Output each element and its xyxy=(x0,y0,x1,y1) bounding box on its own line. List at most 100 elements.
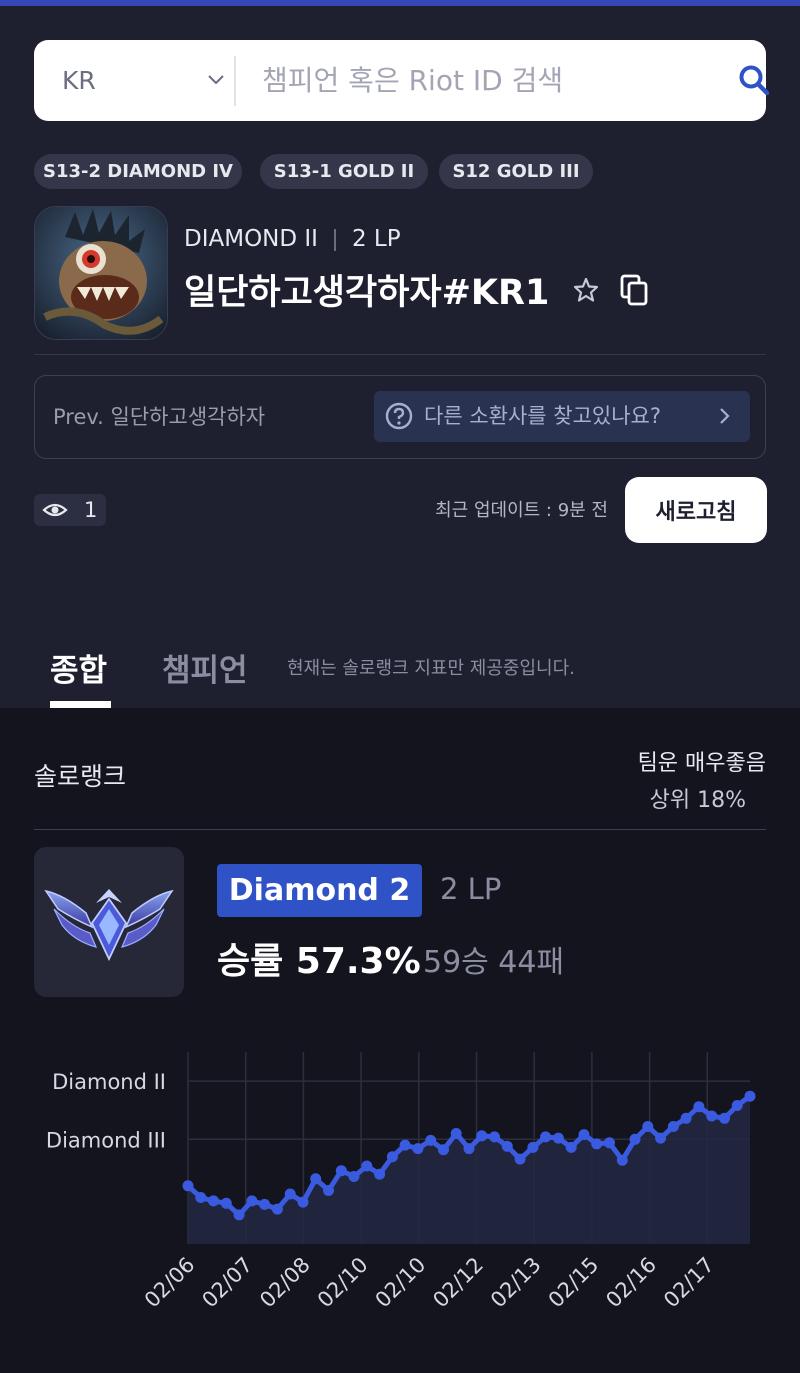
data-point xyxy=(565,1141,577,1153)
y-tick-label: Diamond III xyxy=(46,1128,166,1152)
lp-history-chart: Diamond IIDiamond III02/0602/0702/0802/1… xyxy=(46,1052,756,1313)
data-point xyxy=(438,1144,449,1156)
x-tick-label: 02/10 xyxy=(313,1253,373,1313)
data-point xyxy=(655,1132,667,1144)
data-point xyxy=(744,1090,756,1102)
search-icon[interactable] xyxy=(734,60,774,100)
rank-badge: Diamond 2 xyxy=(217,864,422,917)
lp-label: 2 LP xyxy=(351,226,401,252)
x-tick-label: 02/12 xyxy=(428,1253,488,1313)
area-fill xyxy=(188,1096,750,1244)
find-other-summoner-button[interactable]: 다른 소환사를 찾고있나요? xyxy=(374,391,750,442)
previous-name: Prev. 일단하고생각하자 xyxy=(53,405,266,429)
data-point xyxy=(514,1153,526,1165)
previous-name-box: Prev. 일단하고생각하자 다른 소환사를 찾고있나요? xyxy=(34,375,766,459)
data-point xyxy=(463,1143,475,1155)
data-point xyxy=(374,1168,386,1180)
data-point xyxy=(208,1195,219,1207)
data-point xyxy=(489,1131,500,1143)
section-title: 솔로랭크 xyxy=(34,762,127,791)
team-luck: 팀운 매우좋음 xyxy=(637,751,766,776)
data-point xyxy=(195,1192,207,1203)
win-rate: 승률 57.3% xyxy=(217,941,421,982)
x-tick-label: 02/17 xyxy=(659,1253,719,1313)
data-point xyxy=(271,1203,283,1215)
x-tick-label: 02/08 xyxy=(255,1253,315,1313)
data-point xyxy=(731,1100,743,1111)
tab-note: 현재는 솔로랭크 지표만 제공중입니다. xyxy=(287,658,575,679)
view-count-badge: 1 xyxy=(34,494,106,526)
rank-lp: 2 LP xyxy=(440,872,502,906)
star-favorite-icon[interactable] xyxy=(572,276,600,304)
chevron-down-icon[interactable] xyxy=(206,69,226,89)
data-point xyxy=(629,1133,641,1145)
active-tab-indicator xyxy=(50,701,111,708)
diamond-emblem-icon xyxy=(44,889,174,962)
divider xyxy=(34,354,766,355)
view-count: 1 xyxy=(84,498,98,522)
data-point xyxy=(527,1141,539,1153)
data-point xyxy=(693,1101,705,1113)
chevron-right-icon xyxy=(720,408,730,424)
win-loss-record: 59승 44패 xyxy=(423,945,565,980)
divider xyxy=(34,829,766,830)
tab-champion[interactable]: 챔피언 xyxy=(162,645,248,690)
tier-divider xyxy=(333,228,336,251)
season-badge: S13-1 GOLD II xyxy=(260,154,428,189)
y-tick-label: Diamond II xyxy=(52,1070,166,1094)
data-point xyxy=(335,1165,347,1177)
data-point xyxy=(540,1131,552,1143)
tier-label: DIAMOND II xyxy=(184,226,318,252)
region-select[interactable]: KR xyxy=(62,40,96,121)
data-point xyxy=(616,1154,628,1166)
data-point xyxy=(706,1110,718,1122)
data-point xyxy=(604,1137,615,1149)
data-point xyxy=(348,1171,360,1182)
data-point xyxy=(361,1160,373,1172)
x-tick-label: 02/06 xyxy=(140,1253,200,1313)
data-point xyxy=(246,1195,258,1207)
data-point xyxy=(386,1151,398,1163)
last-updated: 최근 업데이트 : 9분 전 xyxy=(435,500,608,521)
x-tick-label: 02/10 xyxy=(371,1253,431,1313)
data-point xyxy=(578,1129,590,1141)
data-point xyxy=(719,1112,730,1124)
data-point xyxy=(501,1140,513,1152)
search-input[interactable] xyxy=(262,54,712,106)
data-point xyxy=(259,1198,271,1210)
eye-icon xyxy=(42,503,68,517)
data-point xyxy=(591,1138,603,1150)
data-point xyxy=(310,1173,322,1185)
x-tick-label: 02/07 xyxy=(197,1253,257,1313)
x-tick-label: 02/15 xyxy=(544,1253,604,1313)
help-circle-icon xyxy=(385,402,413,430)
x-tick-label: 02/16 xyxy=(601,1253,661,1313)
data-point xyxy=(233,1209,245,1221)
top-percent: 상위 18% xyxy=(649,788,746,813)
data-point xyxy=(425,1134,437,1146)
tab-overview[interactable]: 종합 xyxy=(50,645,107,690)
search-divider xyxy=(234,56,236,106)
data-point xyxy=(399,1139,411,1151)
summoner-name: 일단하고생각하자#KR1 xyxy=(184,273,550,313)
search-bar: KR xyxy=(34,40,770,121)
refresh-button[interactable]: 새로고침 xyxy=(625,477,767,543)
season-badge: S13-2 DIAMOND IV xyxy=(34,154,242,189)
data-point xyxy=(412,1143,424,1155)
champion-portrait-icon xyxy=(35,207,167,339)
data-point xyxy=(680,1112,692,1124)
data-point xyxy=(182,1180,194,1192)
rank-emblem xyxy=(34,847,184,997)
data-point xyxy=(284,1188,296,1200)
data-point xyxy=(323,1185,334,1196)
season-badge: S12 GOLD III xyxy=(439,154,593,189)
data-point xyxy=(642,1121,654,1132)
data-point xyxy=(552,1132,564,1144)
data-point xyxy=(220,1197,232,1209)
copy-icon[interactable] xyxy=(620,274,650,306)
data-point xyxy=(450,1128,462,1139)
data-point xyxy=(476,1130,488,1142)
x-tick-label: 02/13 xyxy=(486,1253,546,1313)
data-point xyxy=(297,1196,309,1208)
data-point xyxy=(667,1121,679,1132)
